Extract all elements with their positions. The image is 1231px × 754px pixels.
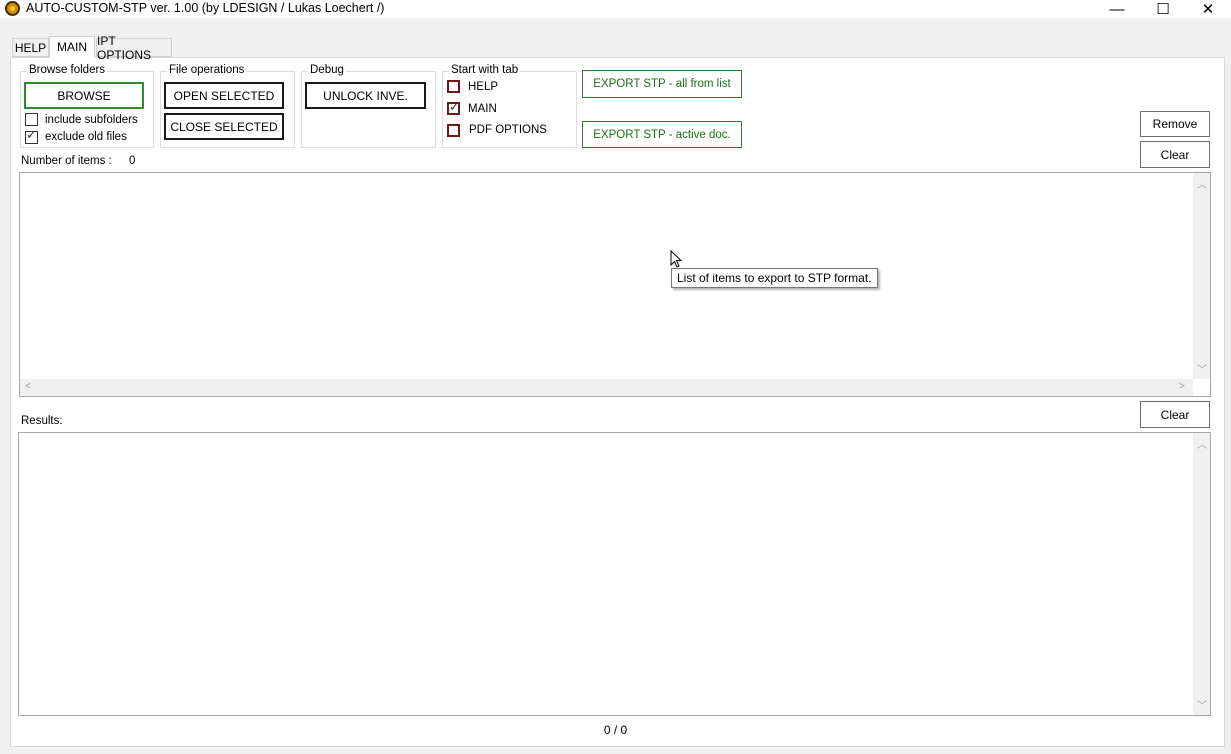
progress-text: 0 / 0: [603, 723, 628, 737]
tab-main[interactable]: MAIN: [49, 36, 95, 58]
tab-ipt-options[interactable]: IPT OPTIONS: [96, 34, 172, 62]
close-button[interactable]: ✕: [1185, 0, 1231, 18]
items-list-horizontal-scrollbar[interactable]: < >: [20, 379, 1193, 396]
checkmark-icon: ✓: [449, 99, 460, 114]
start-pdf-options-label: PDF OPTIONS: [469, 124, 547, 136]
include-subfolders-label: include subfolders: [45, 114, 138, 126]
minimize-button[interactable]: —: [1094, 0, 1140, 18]
maximize-button[interactable]: ☐: [1140, 0, 1186, 18]
scroll-down-icon[interactable]: ﹀: [1197, 361, 1207, 376]
browse-button[interactable]: BROWSE: [24, 82, 144, 109]
scroll-left-icon[interactable]: <: [25, 381, 31, 392]
items-count-value: 0: [129, 155, 136, 167]
items-count-label: Number of items :: [21, 155, 112, 167]
start-pdf-options-checkbox[interactable]: [447, 124, 460, 137]
start-main-label: MAIN: [468, 103, 497, 115]
start-with-tab-group: Start with tab: [442, 64, 577, 148]
items-list-tooltip: List of items to export to STP format.: [671, 268, 878, 288]
open-selected-button[interactable]: OPEN SELECTED: [164, 82, 284, 109]
unlock-inventor-button[interactable]: UNLOCK INVE.: [305, 82, 426, 109]
tab-help[interactable]: HELP: [12, 38, 49, 57]
exclude-old-files-label: exclude old files: [45, 131, 127, 143]
scroll-right-icon[interactable]: >: [1179, 381, 1185, 392]
clear-results-button[interactable]: Clear: [1140, 401, 1210, 428]
start-help-label: HELP: [468, 81, 499, 93]
mouse-cursor-icon: [670, 250, 682, 268]
browse-folders-title: Browse folders: [27, 64, 108, 76]
items-list[interactable]: ︿ ﹀ < >: [19, 172, 1211, 397]
scroll-up-icon[interactable]: ︿: [1197, 176, 1207, 191]
start-main-checkbox[interactable]: ✓: [447, 99, 460, 115]
clear-list-button[interactable]: Clear: [1140, 141, 1210, 168]
debug-title: Debug: [308, 64, 346, 76]
close-selected-button[interactable]: CLOSE SELECTED: [164, 113, 284, 140]
items-list-vertical-scrollbar[interactable]: ︿ ﹀: [1193, 173, 1210, 379]
results-vertical-scrollbar[interactable]: ︿ ﹀: [1193, 433, 1210, 715]
window-title: AUTO-CUSTOM-STP ver. 1.00 (by LDESIGN / …: [26, 1, 385, 15]
checkmark-icon: ✓: [26, 127, 37, 142]
app-icon: [5, 1, 20, 16]
scroll-down-icon[interactable]: ﹀: [1197, 697, 1207, 712]
file-operations-title: File operations: [167, 64, 247, 76]
export-stp-active-button[interactable]: EXPORT STP - active doc.: [582, 121, 742, 148]
include-subfolders-checkbox[interactable]: [25, 113, 38, 126]
results-list[interactable]: ︿ ﹀: [18, 432, 1211, 716]
start-help-checkbox[interactable]: [447, 80, 460, 93]
remove-button[interactable]: Remove: [1140, 111, 1210, 137]
export-stp-all-button[interactable]: EXPORT STP - all from list: [582, 70, 742, 98]
scroll-up-icon[interactable]: ︿: [1197, 436, 1207, 451]
start-with-tab-title: Start with tab: [449, 64, 521, 76]
exclude-old-files-checkbox[interactable]: ✓: [25, 127, 38, 144]
results-label: Results:: [21, 415, 63, 427]
